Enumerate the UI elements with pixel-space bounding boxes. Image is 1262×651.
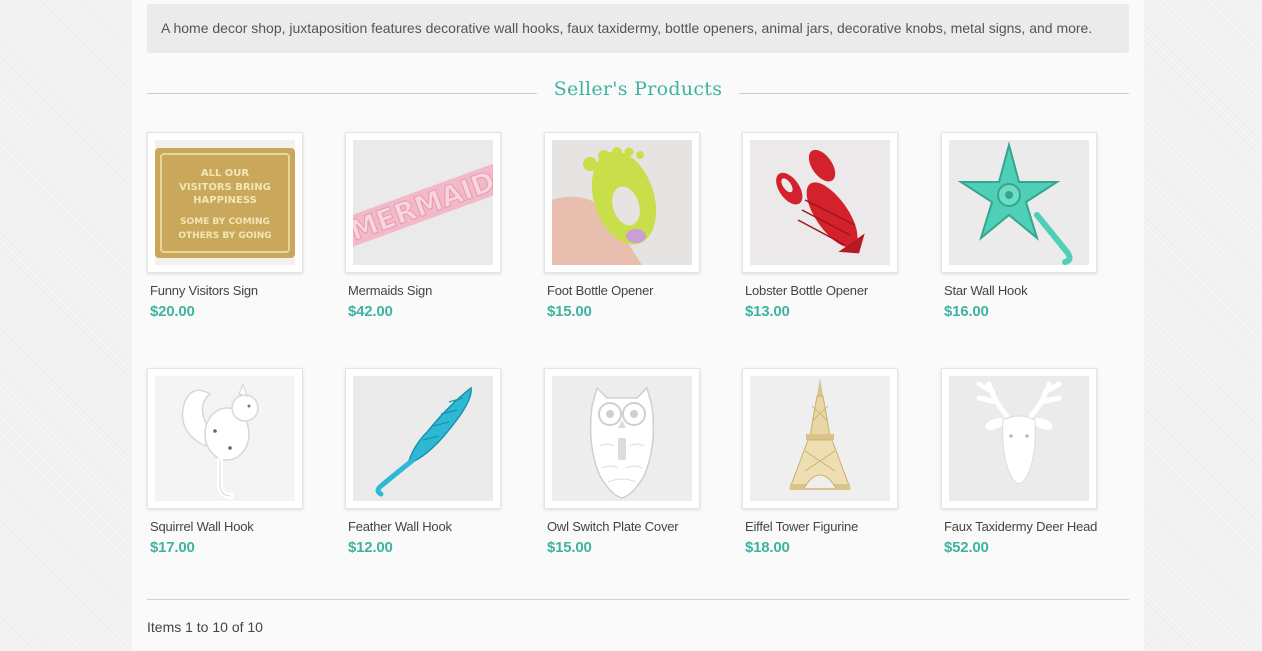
star-hook-image <box>949 140 1089 265</box>
footer-divider <box>147 599 1129 600</box>
product-price: $13.00 <box>745 303 790 320</box>
deer-head-image <box>949 376 1089 501</box>
product-thumbnail[interactable] <box>544 132 700 273</box>
mermaids-sign-image: MERMAIDS <box>353 140 493 265</box>
product-name[interactable]: Faux Taxidermy Deer Head <box>944 519 1097 534</box>
product-name[interactable]: Owl Switch Plate Cover <box>547 519 679 534</box>
product-thumbnail[interactable]: MERMAIDS <box>345 132 501 273</box>
squirrel-hook-image <box>155 376 295 501</box>
product-thumbnail[interactable]: ALL OUR VISITORS BRING HAPPINESS SOME BY… <box>147 132 303 273</box>
sign-line: SOME BY COMING <box>180 217 270 227</box>
product-price: $42.00 <box>348 303 393 320</box>
product-thumbnail[interactable] <box>941 368 1097 509</box>
section-title: Seller's Products <box>553 78 723 100</box>
eiffel-figurine-image <box>750 376 890 501</box>
product-price: $12.00 <box>348 539 393 556</box>
product-name[interactable]: Squirrel Wall Hook <box>150 519 254 534</box>
sign-line: VISITORS BRING <box>179 182 271 193</box>
foot-opener-image <box>552 140 692 265</box>
seller-panel: A home decor shop, juxtaposition feature… <box>132 0 1144 651</box>
product-name[interactable]: Lobster Bottle Opener <box>745 283 868 298</box>
product-thumbnail[interactable] <box>941 132 1097 273</box>
product-price: $17.00 <box>150 539 195 556</box>
pagination-summary: Items 1 to 10 of 10 <box>147 619 263 635</box>
sign-line: ALL OUR <box>201 168 250 179</box>
section-header: Seller's Products <box>147 76 1129 108</box>
product-name[interactable]: Funny Visitors Sign <box>150 283 258 298</box>
product-thumbnail[interactable] <box>345 368 501 509</box>
product-name[interactable]: Mermaids Sign <box>348 283 432 298</box>
product-name[interactable]: Foot Bottle Opener <box>547 283 653 298</box>
product-thumbnail[interactable] <box>147 368 303 509</box>
product-name[interactable]: Feather Wall Hook <box>348 519 452 534</box>
product-price: $16.00 <box>944 303 989 320</box>
feather-hook-image <box>353 376 493 501</box>
product-name[interactable]: Eiffel Tower Figurine <box>745 519 858 534</box>
product-price: $15.00 <box>547 303 592 320</box>
product-price: $18.00 <box>745 539 790 556</box>
owl-plate-image <box>552 376 692 501</box>
header-rule-right <box>739 93 1129 94</box>
shop-description: A home decor shop, juxtaposition feature… <box>147 4 1129 53</box>
sign-line: HAPPINESS <box>193 195 257 206</box>
sign-line: OTHERS BY GOING <box>178 231 271 241</box>
product-name[interactable]: Star Wall Hook <box>944 283 1028 298</box>
product-price: $52.00 <box>944 539 989 556</box>
visitors-sign-image: ALL OUR VISITORS BRING HAPPINESS SOME BY… <box>155 140 295 265</box>
product-thumbnail[interactable] <box>544 368 700 509</box>
product-price: $20.00 <box>150 303 195 320</box>
product-thumbnail[interactable] <box>742 132 898 273</box>
lobster-opener-image <box>750 140 890 265</box>
product-thumbnail[interactable] <box>742 368 898 509</box>
product-price: $15.00 <box>547 539 592 556</box>
